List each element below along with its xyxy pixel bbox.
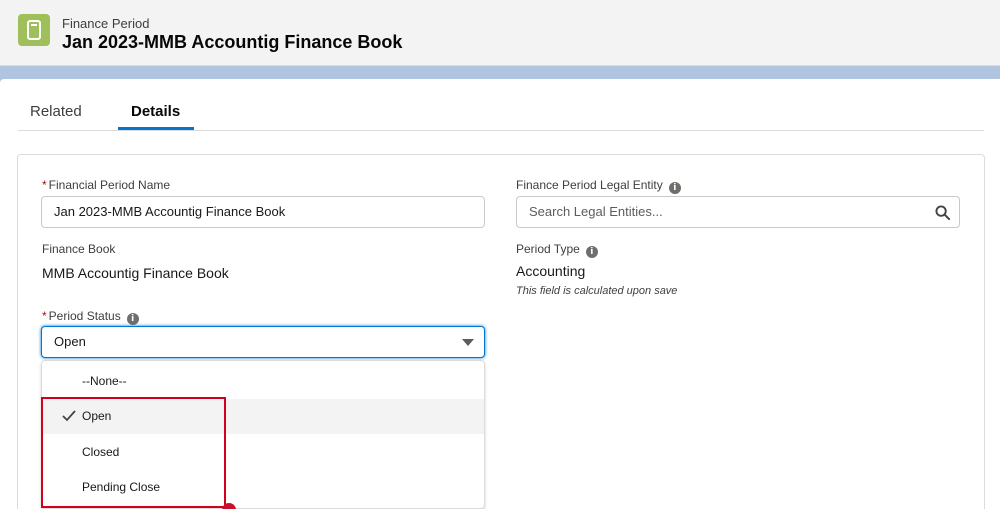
record-title: Jan 2023-MMB Accountig Finance Book: [62, 32, 403, 52]
checkmark-icon: [62, 410, 76, 422]
period-status-listbox: --None-- Open Closed Pending Close: [41, 360, 485, 509]
option-none[interactable]: --None--: [42, 364, 484, 399]
object-type-label: Finance Period: [62, 16, 150, 31]
period-type-label: Period Type i: [516, 242, 598, 258]
finance-book-label: Finance Book: [42, 242, 116, 256]
tab-related[interactable]: Related: [30, 103, 82, 120]
option-open-label: Open: [82, 409, 112, 423]
period-status-selected-value: Open: [54, 334, 86, 349]
legal-entity-label: Finance Period Legal Entity i: [516, 178, 681, 194]
info-icon[interactable]: i: [585, 246, 598, 258]
financial-period-name-label: * Financial Period Name: [42, 178, 170, 192]
chevron-down-icon[interactable]: [462, 339, 474, 346]
period-status-label: * Period Status i: [42, 309, 139, 325]
legal-entity-search-input[interactable]: Search Legal Entities...: [516, 196, 960, 228]
period-type-label-text: Period Type: [516, 242, 580, 256]
period-type-value: Accounting: [516, 263, 586, 279]
required-marker: *: [42, 178, 47, 192]
active-tab-indicator: [118, 127, 194, 130]
header-background-band: [0, 66, 1000, 80]
financial-period-name-input[interactable]: Jan 2023-MMB Accountig Finance Book: [41, 196, 485, 228]
option-closed[interactable]: Closed: [42, 435, 484, 470]
finance-book-value: MMB Accountig Finance Book: [42, 265, 229, 281]
record-header: Finance Period Jan 2023-MMB Accountig Fi…: [0, 0, 1000, 66]
option-open[interactable]: Open: [42, 399, 484, 434]
period-status-label-text: Period Status: [48, 309, 121, 323]
finance-period-icon: [18, 14, 50, 46]
info-icon[interactable]: i: [668, 182, 681, 194]
financial-period-name-label-text: Financial Period Name: [48, 178, 171, 192]
legal-entity-placeholder: Search Legal Entities...: [529, 204, 663, 219]
legal-entity-label-text: Finance Period Legal Entity: [516, 178, 663, 192]
search-icon[interactable]: [935, 205, 950, 220]
info-icon[interactable]: i: [126, 313, 139, 325]
option-pending-close[interactable]: Pending Close: [42, 470, 484, 505]
required-marker: *: [42, 309, 47, 323]
record-tabs: Related Details: [18, 93, 984, 131]
tab-details[interactable]: Details: [131, 103, 180, 120]
period-status-select[interactable]: Open: [41, 326, 485, 358]
period-type-help-text: This field is calculated upon save: [516, 285, 678, 297]
